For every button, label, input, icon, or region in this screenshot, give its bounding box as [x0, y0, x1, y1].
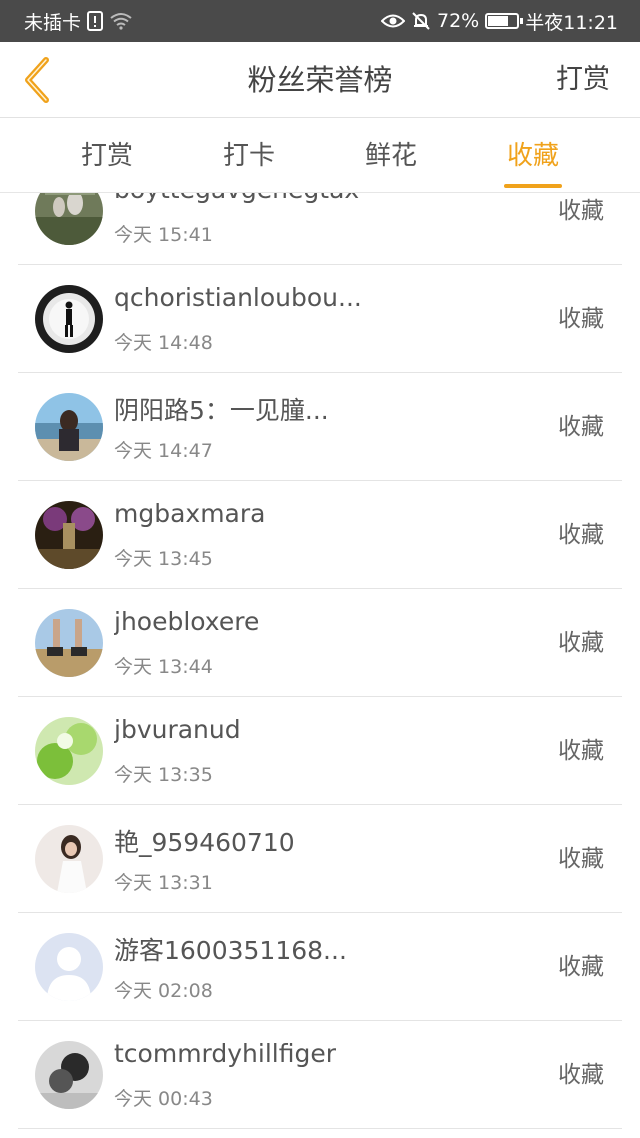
list-item[interactable]: qchoristianloubou... 今天 14:48 收藏 — [18, 265, 622, 373]
avatar[interactable] — [35, 933, 103, 1001]
avatar[interactable] — [35, 609, 103, 677]
list-item[interactable]: 游客1600351168... 今天 02:08 收藏 — [18, 913, 622, 1021]
chevron-left-icon — [25, 57, 49, 103]
timestamp: 今天 14:47 — [114, 440, 213, 462]
user-name: jhoebloxere — [114, 607, 260, 636]
carrier-label: 未插卡 — [24, 11, 82, 34]
favorite-label: 收藏 — [558, 846, 604, 872]
list-item[interactable]: jbvuranud 今天 13:35 收藏 — [18, 697, 622, 805]
wifi-icon — [109, 12, 133, 30]
user-name: jbvuranud — [114, 715, 241, 744]
avatar[interactable] — [35, 825, 103, 893]
avatar[interactable] — [35, 285, 103, 353]
favorite-label: 收藏 — [558, 306, 604, 332]
user-name: mgbaxmara — [114, 499, 266, 528]
fan-list[interactable]: boyttegavgenegtax 今天 15:41 收藏 qchoristia… — [0, 193, 640, 1138]
favorite-label: 收藏 — [558, 522, 604, 548]
clock: 半夜11:21 — [525, 11, 618, 34]
battery-percent: 72% — [437, 10, 480, 32]
timestamp: 今天 14:48 — [114, 332, 213, 354]
eye-icon — [381, 13, 405, 29]
status-bar-right: 72% 半夜11:21 — [381, 8, 618, 35]
active-tab-indicator — [504, 184, 562, 188]
default-avatar-icon — [35, 933, 103, 1001]
avatar[interactable] — [35, 717, 103, 785]
tab-bar: 打赏 打卡 鲜花 收藏 — [0, 119, 640, 193]
tab-flowers[interactable]: 鲜花 — [331, 119, 451, 193]
user-name: tcommrdyhillfiger — [114, 1039, 337, 1068]
list-item[interactable]: jhoebloxere 今天 13:44 收藏 — [18, 589, 622, 697]
tab-label: 打赏 — [80, 141, 133, 171]
list-item[interactable]: 阴阳路5：一见朣... 今天 14:47 收藏 — [18, 373, 622, 481]
user-name: boyttegavgenegtax — [114, 193, 359, 204]
battery-icon — [485, 13, 524, 29]
avatar[interactable] — [35, 1041, 103, 1109]
mute-bell-icon — [411, 11, 431, 31]
timestamp: 今天 13:31 — [114, 872, 213, 894]
back-button[interactable] — [12, 52, 62, 108]
timestamp: 今天 13:35 — [114, 764, 213, 786]
timestamp: 今天 13:45 — [114, 548, 213, 570]
list-item[interactable]: 艳_959460710 今天 13:31 收藏 — [18, 805, 622, 913]
tab-label: 收藏 — [506, 141, 559, 171]
list-item[interactable]: tcommrdyhillfiger 今天 00:43 收藏 — [18, 1021, 622, 1129]
tab-checkin[interactable]: 打卡 — [189, 119, 309, 193]
user-name: 游客1600351168... — [114, 936, 347, 965]
timestamp: 今天 00:43 — [114, 1088, 213, 1110]
sim-alert-icon — [87, 11, 104, 31]
avatar[interactable] — [35, 501, 103, 569]
user-name: qchoristianloubou... — [114, 283, 362, 312]
list-item[interactable]: boyttegavgenegtax 今天 15:41 收藏 — [18, 193, 622, 265]
favorite-label: 收藏 — [558, 630, 604, 656]
tab-label: 鲜花 — [364, 141, 417, 171]
favorite-label: 收藏 — [558, 414, 604, 440]
status-bar: 未插卡 72% 半夜11:21 — [0, 0, 640, 42]
page-title: 粉丝荣誉榜 — [247, 63, 393, 97]
timestamp: 今天 15:41 — [114, 224, 213, 246]
favorite-label: 收藏 — [558, 954, 604, 980]
favorite-label: 收藏 — [558, 1062, 604, 1088]
fan-list-content: boyttegavgenegtax 今天 15:41 收藏 qchoristia… — [0, 193, 640, 1129]
tab-favorites[interactable]: 收藏 — [473, 119, 593, 193]
avatar[interactable] — [35, 393, 103, 461]
battery-fill — [488, 16, 509, 26]
list-item[interactable]: mgbaxmara 今天 13:45 收藏 — [18, 481, 622, 589]
timestamp: 今天 13:44 — [114, 656, 213, 678]
timestamp: 今天 02:08 — [114, 980, 213, 1002]
tab-reward[interactable]: 打赏 — [47, 119, 167, 193]
user-name: 阴阳路5：一见朣... — [114, 396, 329, 425]
avatar[interactable] — [35, 193, 103, 245]
favorite-label: 收藏 — [558, 738, 604, 764]
tab-label: 打卡 — [222, 141, 275, 171]
reward-button[interactable]: 打赏 — [556, 42, 610, 118]
user-name: 艳_959460710 — [114, 828, 295, 857]
favorite-label: 收藏 — [558, 198, 604, 224]
status-bar-left: 未插卡 — [24, 8, 133, 35]
nav-header: 粉丝荣誉榜 打赏 — [0, 42, 640, 118]
